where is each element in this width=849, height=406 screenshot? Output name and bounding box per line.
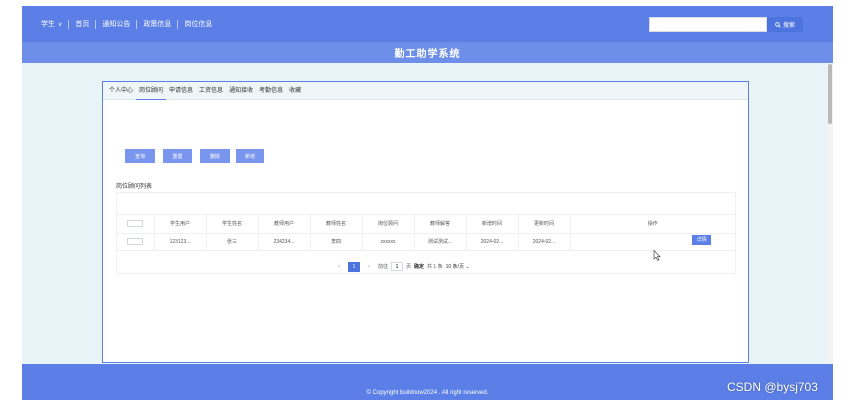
goto-label: 前往 [378,264,389,270]
row-select [117,233,155,251]
nav-separator [68,19,70,29]
chevron-down-icon: ∨ [58,22,63,28]
table-spacer [117,193,735,215]
pagination: ‹ 1 › 前往 页 确定 共 1 条 10 条/页 ⌄ [333,260,470,273]
user-menu[interactable]: 学生 ∨ [36,19,67,29]
tab-notifications[interactable]: 通知接收 [226,82,256,100]
chevron-down-icon: ⌄ [465,264,470,270]
col-header: 教师姓名 [310,215,363,234]
tab-personal-center[interactable]: 个人中心 [106,82,136,100]
nav-separator [136,19,138,29]
row-checkbox[interactable] [127,238,144,245]
data-table: 学生用户 学生姓名 教师用户 教师姓名 岗位顾问 教师解答 新增时间 更新时间 … [117,215,735,251]
nav-jobs[interactable]: 岗位信息 [179,19,217,29]
cell-student-name: 张三 [206,233,259,251]
tab-attendance[interactable]: 考勤信息 [256,82,286,100]
watermark-text: CSDN @bysj703 [727,380,818,394]
tab-salary[interactable]: 工资信息 [196,82,226,100]
nav-separator [177,19,179,29]
title-bar: 勤工助学系统 [22,42,833,63]
header-select [117,215,155,234]
detail-button[interactable]: 详情 [692,234,712,245]
tab-favorites[interactable]: 收藏 [286,82,304,100]
add-button[interactable]: 新增 [236,149,264,163]
col-header: 学生姓名 [206,215,259,234]
cell-teacher-name: 李四 [310,233,363,251]
table-header-row: 学生用户 学生姓名 教师用户 教师姓名 岗位顾问 教师解答 新增时间 更新时间 … [117,215,735,234]
col-header: 教师解答 [414,215,467,234]
cell-teacher-user: 234234... [258,233,311,251]
confirm-page-button[interactable]: 确定 [414,263,424,270]
cell-created: 2024-02... [466,233,519,251]
col-header: 更新时间 [518,215,571,234]
search-button[interactable]: 搜索 [767,17,803,32]
next-page-icon[interactable]: › [363,261,375,272]
col-header: 岗位顾问 [362,215,415,234]
goto-page-input[interactable] [391,262,404,271]
cell-student-user: 123123... [154,233,207,251]
tab-bar: 个人中心 岗位顾问 申请信息 工资信息 通知接收 考勤信息 收藏 [103,82,748,100]
page-title: 勤工助学系统 [394,49,461,60]
reset-button[interactable]: 重置 [163,149,192,163]
nav-home[interactable]: 首页 [70,19,94,29]
footer-copyright: © Copyright buildnow2024 . All right res… [366,390,489,396]
cell-question: xxxxxx [362,233,415,251]
cell-answer: 测试测试... [414,233,467,251]
select-all-checkbox[interactable] [127,220,144,228]
page-unit-label: 页 [406,264,412,270]
total-count: 共 1 条 [427,264,443,270]
footer: © Copyright buildnow2024 . All right res… [22,364,833,400]
cell-updated: 2024-02... [518,233,571,251]
tab-applications[interactable]: 申请信息 [166,82,196,100]
nav-items: 学生 ∨ 首页 通知公告 政策信息 岗位信息 [36,6,217,42]
query-button[interactable]: 查询 [125,149,155,163]
table-row[interactable]: 123123... 张三 234234... 李四 xxxxxx 测试测试...… [117,233,735,251]
scrollbar-thumb[interactable] [828,64,832,124]
col-header: 操作 [570,215,735,234]
tab-job-consult[interactable]: 岗位顾问 [136,82,167,100]
page-size-label: 10 条/页 [445,264,464,270]
list-title: 岗位顾问列表 [116,184,153,190]
search-input[interactable] [649,17,767,32]
content-panel: 个人中心 岗位顾问 申请信息 工资信息 通知接收 考勤信息 收藏 查询 重置 删… [102,81,749,363]
top-navbar: 学生 ∨ 首页 通知公告 政策信息 岗位信息 搜索 [22,6,833,42]
mouse-pointer-icon [653,250,661,261]
col-header: 教师用户 [258,215,311,234]
delete-button[interactable]: 删除 [200,149,230,163]
page-scrollbar[interactable] [827,63,833,363]
user-menu-label: 学生 [41,21,55,28]
nav-separator [95,19,97,29]
nav-notices[interactable]: 通知公告 [97,19,135,29]
search-button-label: 搜索 [782,23,795,29]
col-header: 新增时间 [466,215,519,234]
page-number-current[interactable]: 1 [348,261,360,272]
prev-page-icon[interactable]: ‹ [333,261,345,272]
app-window: 学生 ∨ 首页 通知公告 政策信息 岗位信息 搜索 勤工助学系统 个人中心 岗位顾… [22,6,833,400]
col-header: 学生用户 [154,215,207,234]
cell-action: 详情 [570,233,735,251]
nav-policy[interactable]: 政策信息 [138,19,176,29]
search-icon [775,21,781,28]
page-size-select[interactable]: 10 条/页 ⌄ [446,263,470,270]
